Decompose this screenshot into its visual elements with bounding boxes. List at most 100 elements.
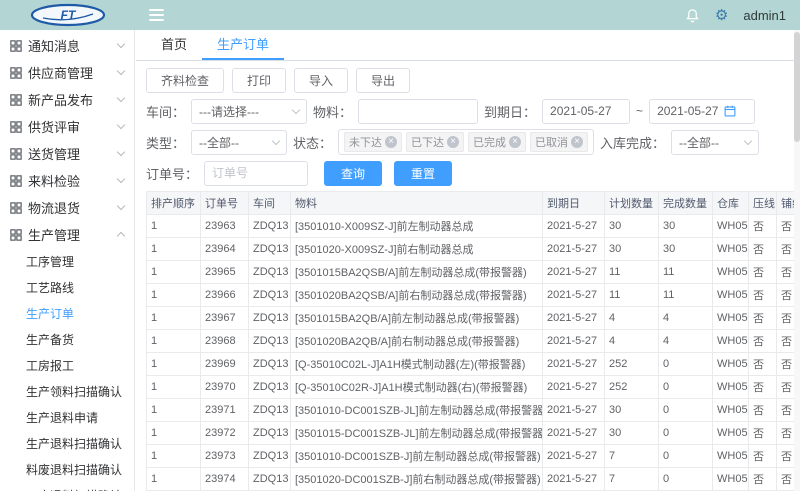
sidebar-item[interactable]: 物流退货: [0, 194, 134, 221]
type-select-value: --全部--: [199, 134, 239, 151]
table-row[interactable]: 1 23966 ZDQ13 [3501020BA2QSB/A]前右制动器总成(带…: [147, 284, 800, 307]
vertical-scrollbar[interactable]: [794, 30, 800, 491]
table-row[interactable]: 1 23973 ZDQ13 [3501010-DC001SZB-J]前左制动器总…: [147, 445, 800, 468]
table-row[interactable]: 1 23972 ZDQ13 [3501015-DC001SZB-JL]前左制动器…: [147, 422, 800, 445]
sidebar-item[interactable]: 生产订单: [0, 300, 134, 326]
sidebar-item[interactable]: 生产退料扫描确认: [0, 430, 134, 456]
cell-order-no: 23974: [201, 468, 249, 491]
toolbar-button[interactable]: 导出: [356, 68, 410, 93]
table-body: 1 23963 ZDQ13 [3501010-X009SZ-J]前左制动器总成 …: [147, 215, 800, 491]
table-row[interactable]: 1 23969 ZDQ13 [Q-35010C02L-J]A1H模式制动器(左)…: [147, 353, 800, 376]
table-row[interactable]: 1 23970 ZDQ13 [Q-35010C02R-J]A1H模式制动器(右)…: [147, 376, 800, 399]
sidebar-item[interactable]: 工序管理: [0, 248, 134, 274]
due-start-input[interactable]: 2021-05-27: [542, 99, 630, 124]
query-button[interactable]: 查询: [324, 161, 382, 186]
tab[interactable]: 生产订单: [202, 30, 284, 60]
column-header[interactable]: 车间: [249, 192, 291, 215]
close-icon[interactable]: [447, 136, 459, 148]
cell-order-no: 23970: [201, 376, 249, 399]
sidebar-item[interactable]: 供货评审: [0, 113, 134, 140]
toolbar-button[interactable]: 齐料检查: [146, 68, 224, 93]
toolbar-button[interactable]: 打印: [232, 68, 286, 93]
status-tag[interactable]: 已取消: [530, 132, 588, 152]
close-icon[interactable]: [571, 136, 583, 148]
sidebar-item-label: 供货评审: [28, 117, 80, 136]
sidebar-item[interactable]: 生产退料申请: [0, 404, 134, 430]
grid-menu-icon: [10, 202, 22, 214]
column-header[interactable]: 排产顺序: [147, 192, 201, 215]
cell-planned-qty: 30: [605, 399, 659, 422]
sidebar-item[interactable]: 工废退料扫描确认: [0, 482, 134, 491]
due-end-input[interactable]: 2021-05-27: [649, 99, 755, 124]
table-row[interactable]: 1 23965 ZDQ13 [3501015BA2QSB/A]前左制动器总成(带…: [147, 261, 800, 284]
calendar-icon[interactable]: [724, 105, 736, 117]
cell-order-no: 23973: [201, 445, 249, 468]
order-no-input[interactable]: [204, 161, 308, 186]
cell-planned-qty: 7: [605, 445, 659, 468]
close-icon[interactable]: [509, 136, 521, 148]
scrollbar-thumb[interactable]: [794, 32, 800, 142]
status-tag[interactable]: 已下达: [406, 132, 464, 152]
type-label: 类型：: [146, 133, 185, 152]
bell-icon[interactable]: [685, 8, 700, 23]
cell-planned-qty: 30: [605, 238, 659, 261]
cell-workshop: ZDQ13: [249, 468, 291, 491]
chevron-down-icon: [272, 136, 280, 144]
sidebar-item[interactable]: 生产领料扫描确认: [0, 378, 134, 404]
inbound-select[interactable]: --全部--: [671, 130, 759, 155]
chevron-icon: [117, 175, 125, 183]
status-multiselect[interactable]: 未下达 已下达 已完成 已取消: [338, 129, 594, 155]
sidebar-item[interactable]: 通知消息: [0, 32, 134, 59]
sidebar-item[interactable]: 生产备货: [0, 326, 134, 352]
column-header[interactable]: 物料: [291, 192, 543, 215]
tab-bar: 首页 生产订单: [136, 30, 800, 61]
table-row[interactable]: 1 23963 ZDQ13 [3501010-X009SZ-J]前左制动器总成 …: [147, 215, 800, 238]
gear-icon[interactable]: ⚙: [715, 8, 728, 23]
status-tag[interactable]: 已完成: [468, 132, 526, 152]
sidebar-item-label: 物流退货: [28, 198, 80, 217]
sidebar-item[interactable]: 工艺路线: [0, 274, 134, 300]
cell-planned-qty: 4: [605, 307, 659, 330]
sidebar-item-label: 送货管理: [28, 144, 80, 163]
cell-material: [3501015BA2QB/A]前左制动器总成(带报警器): [291, 307, 543, 330]
workshop-select[interactable]: ---请选择---: [191, 99, 307, 124]
table-row[interactable]: 1 23974 ZDQ13 [3501020-DC001SZB-J]前右制动器总…: [147, 468, 800, 491]
sidebar-item[interactable]: 料废退料扫描确认: [0, 456, 134, 482]
cell-planned-qty: 7: [605, 468, 659, 491]
sidebar-item[interactable]: 生产管理: [0, 221, 134, 248]
material-input[interactable]: [358, 99, 478, 124]
column-header[interactable]: 仓库: [713, 192, 749, 215]
type-select[interactable]: --全部--: [191, 130, 287, 155]
column-header[interactable]: 订单号: [201, 192, 249, 215]
close-icon[interactable]: [385, 136, 397, 148]
table-row[interactable]: 1 23968 ZDQ13 [3501020BA2QB/A]前右制动器总成(带报…: [147, 330, 800, 353]
cell-warehouse: WH05: [713, 353, 749, 376]
grid-menu-icon: [10, 175, 22, 187]
reset-button[interactable]: 重置: [394, 161, 452, 186]
username-label[interactable]: admin1: [743, 8, 786, 23]
toolbar-button[interactable]: 导入: [294, 68, 348, 93]
column-header[interactable]: 计划数量: [605, 192, 659, 215]
cell-due-date: 2021-5-27: [543, 399, 605, 422]
table-row[interactable]: 1 23971 ZDQ13 [3501010-DC001SZB-JL]前左制动器…: [147, 399, 800, 422]
cell-warehouse: WH05: [713, 307, 749, 330]
cell-planned-qty: 252: [605, 353, 659, 376]
sidebar-item[interactable]: 送货管理: [0, 140, 134, 167]
cell-due-date: 2021-5-27: [543, 330, 605, 353]
tab[interactable]: 首页: [146, 30, 202, 60]
column-header[interactable]: 完成数量: [659, 192, 713, 215]
cell-workshop: ZDQ13: [249, 261, 291, 284]
status-tag[interactable]: 未下达: [344, 132, 402, 152]
cell-sequence: 1: [147, 468, 201, 491]
table-row[interactable]: 1 23964 ZDQ13 [3501020-X009SZ-J]前右制动器总成 …: [147, 238, 800, 261]
sidebar-toggle-icon[interactable]: [149, 9, 164, 21]
sidebar-item[interactable]: 来料检验: [0, 167, 134, 194]
sidebar-item[interactable]: 新产品发布: [0, 86, 134, 113]
cell-completed-qty: 0: [659, 353, 713, 376]
sidebar-item[interactable]: 供应商管理: [0, 59, 134, 86]
column-header[interactable]: 到期日: [543, 192, 605, 215]
table-row[interactable]: 1 23967 ZDQ13 [3501015BA2QB/A]前左制动器总成(带报…: [147, 307, 800, 330]
sidebar-item[interactable]: 工房报工: [0, 352, 134, 378]
status-tag-label: 已完成: [473, 134, 506, 150]
column-header[interactable]: 压线: [749, 192, 777, 215]
